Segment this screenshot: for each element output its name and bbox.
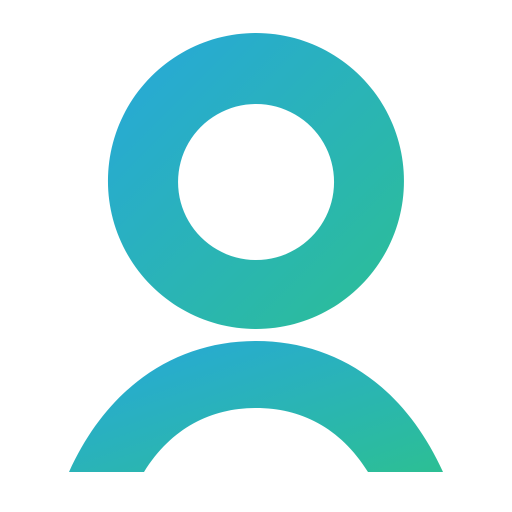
shoulders-arc	[69, 341, 443, 472]
head-ring	[107, 33, 404, 329]
user-icon	[69, 33, 443, 472]
user-profile-icon	[0, 0, 512, 512]
